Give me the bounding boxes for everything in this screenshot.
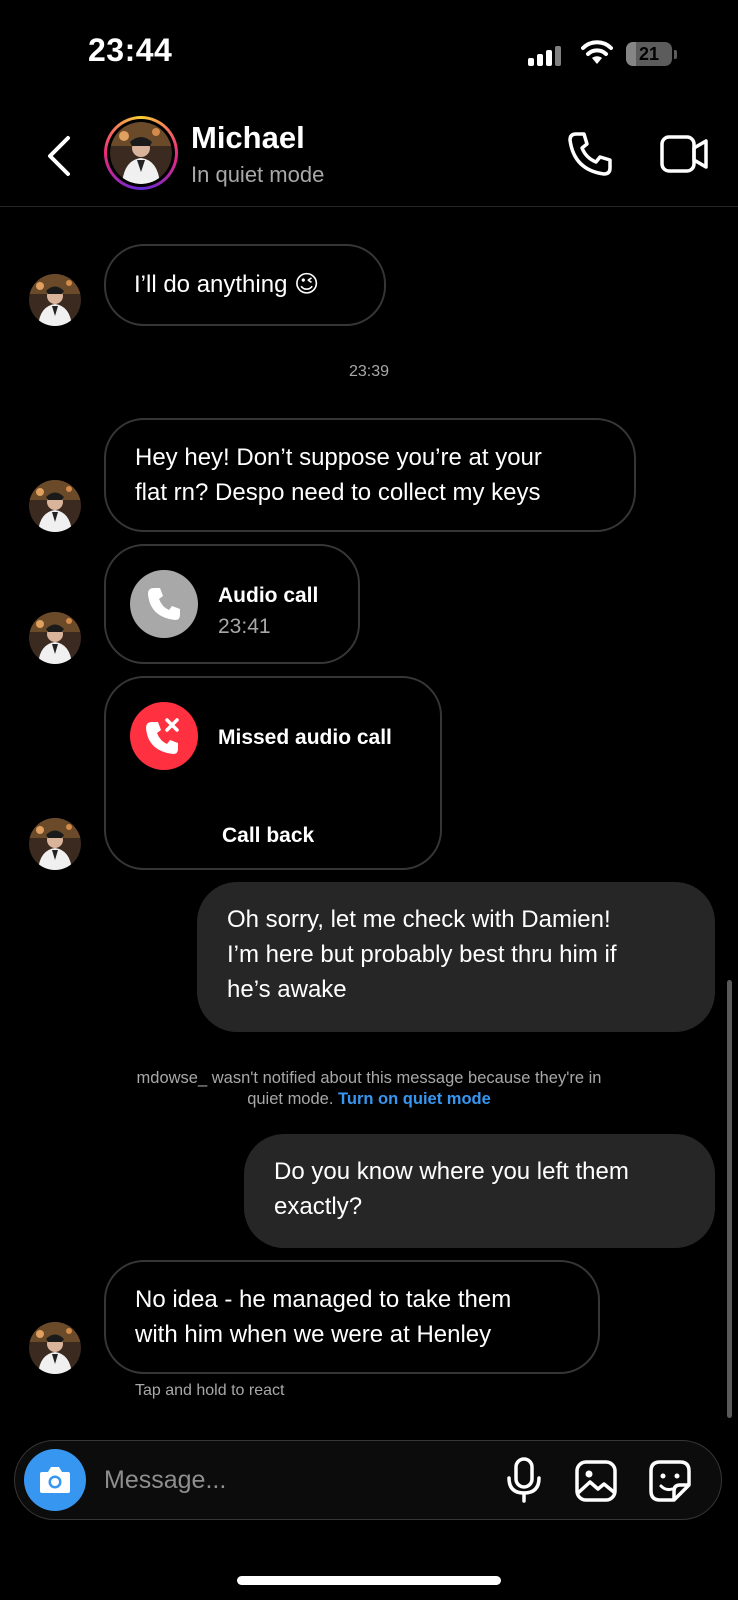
incoming-message[interactable]: Hey hey! Don’t suppose you’re at your fl… xyxy=(104,418,636,532)
back-button[interactable] xyxy=(40,128,80,184)
sender-avatar[interactable] xyxy=(29,480,81,532)
call-title: Audio call xyxy=(218,584,319,607)
camera-icon xyxy=(40,1467,70,1493)
cellular-signal-icon xyxy=(528,44,568,66)
contact-avatar[interactable] xyxy=(104,116,178,190)
scrollbar[interactable] xyxy=(727,980,732,1418)
message-text: I’ll do anything 😉 xyxy=(134,271,320,298)
phone-icon xyxy=(130,570,198,638)
phone-icon xyxy=(568,132,612,176)
message-text-line: with him when we were at Henley xyxy=(135,1321,492,1348)
gallery-button[interactable] xyxy=(574,1459,618,1503)
home-indicator[interactable] xyxy=(237,1576,501,1585)
message-text-line: he’s awake xyxy=(227,976,347,1003)
voice-message-button[interactable] xyxy=(504,1456,544,1504)
call-time: 23:41 xyxy=(218,615,271,638)
message-timestamp: 23:39 xyxy=(348,363,390,380)
sender-avatar[interactable] xyxy=(29,274,81,326)
audio-call-card[interactable]: Audio call 23:41 xyxy=(104,544,360,664)
message-text-line: No idea - he managed to take them xyxy=(135,1286,512,1313)
video-camera-icon xyxy=(660,135,708,173)
microphone-icon xyxy=(507,1457,541,1503)
quiet-mode-notice: mdowse_ wasn't notified about this messa… xyxy=(0,1068,738,1110)
outgoing-message[interactable]: Oh sorry, let me check with Damien! I’m … xyxy=(197,882,715,1032)
sticker-icon xyxy=(649,1460,691,1502)
missed-call-icon xyxy=(130,702,198,770)
message-input[interactable] xyxy=(104,1462,484,1498)
sticker-button[interactable] xyxy=(648,1459,692,1503)
battery-icon: 21 xyxy=(626,42,677,66)
outgoing-message[interactable]: Do you know where you left them exactly? xyxy=(244,1134,715,1248)
sender-avatar[interactable] xyxy=(29,1322,81,1374)
incoming-message[interactable]: No idea - he managed to take them with h… xyxy=(104,1260,600,1374)
battery-level: 21 xyxy=(638,44,660,64)
message-text-line: exactly? xyxy=(274,1193,363,1220)
message-text-line: Hey hey! Don’t suppose you’re at your xyxy=(135,444,542,471)
status-bar-time: 23:44 xyxy=(88,32,173,68)
wifi-icon xyxy=(580,40,614,66)
chevron-left-icon xyxy=(48,136,70,176)
sender-avatar[interactable] xyxy=(29,818,81,870)
audio-call-button[interactable] xyxy=(566,130,614,178)
video-call-button[interactable] xyxy=(660,133,710,175)
message-text-line: Do you know where you left them xyxy=(274,1158,629,1185)
message-text-line: Oh sorry, let me check with Damien! xyxy=(227,906,611,933)
turn-on-quiet-mode-link[interactable]: Turn on quiet mode xyxy=(338,1090,491,1108)
missed-call-card[interactable]: Missed audio call Call back xyxy=(104,676,442,870)
message-text-line: I’m here but probably best thru him if xyxy=(227,941,617,968)
image-icon xyxy=(575,1460,617,1502)
header-divider xyxy=(0,206,738,207)
contact-status: In quiet mode xyxy=(191,162,325,187)
message-text-line: flat rn? Despo need to collect my keys xyxy=(135,479,541,506)
notice-text: quiet mode. xyxy=(247,1090,334,1108)
call-title: Missed audio call xyxy=(218,726,392,749)
contact-name[interactable]: Michael xyxy=(191,120,305,156)
incoming-message[interactable]: I’ll do anything 😉 xyxy=(104,244,386,326)
react-hint: Tap and hold to react xyxy=(135,1382,285,1399)
call-back-button[interactable]: Call back xyxy=(222,818,314,853)
camera-button[interactable] xyxy=(24,1449,86,1511)
sender-avatar[interactable] xyxy=(29,612,81,664)
notice-text: mdowse_ wasn't notified about this messa… xyxy=(136,1069,602,1087)
